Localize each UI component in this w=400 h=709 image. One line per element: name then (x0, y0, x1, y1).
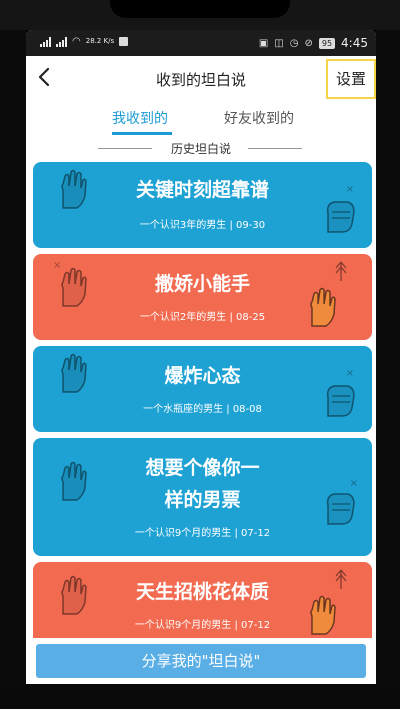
phone-notch (110, 0, 290, 18)
card-title: 关键时刻超靠谱 (135, 179, 269, 201)
sparkle-icon: × (349, 478, 358, 489)
divider (248, 148, 302, 149)
confession-card[interactable]: 天生招桃花体质 一个认识9个月的男生 | 07-12 (33, 562, 372, 648)
phone-frame-bottom (0, 684, 400, 709)
app-screen: ◠ 28.2 K/s ▣ ◫ ◷ ⊘ 95 4:45 收到的坦白说 设置 我收到… (26, 30, 376, 684)
tab-bar: 我收到的 好友收到的 (26, 102, 376, 138)
card-title-line-1: 想要个像你一 (145, 457, 260, 479)
phone-frame-right (376, 30, 400, 684)
notification-icon (119, 37, 129, 46)
page-title: 收到的坦白说 (155, 71, 246, 89)
card-title: 撒娇小能手 (154, 273, 250, 295)
share-button[interactable]: 分享我的"坦白说" (36, 644, 366, 678)
card-title-line-2: 样的男票 (164, 489, 241, 511)
fist-icon (320, 484, 360, 528)
card-meta: 一个认识2年的男生 | 08-25 (139, 312, 266, 323)
phone-frame-left (0, 30, 26, 684)
tree-icon (335, 261, 347, 281)
confession-card[interactable]: 关键时刻超靠谱 一个认识3年的男生 | 09-30 × (33, 162, 372, 248)
nfc-icon: ▣ (258, 37, 269, 49)
mute-icon: ⊘ (304, 37, 313, 49)
signal-icon-2 (56, 36, 67, 47)
vibrate-icon: ◫ (274, 37, 284, 49)
alarm-icon: ◷ (289, 37, 299, 49)
fist-icon (320, 192, 360, 236)
status-bar: ◠ 28.2 K/s ▣ ◫ ◷ ⊘ 95 4:45 (26, 30, 376, 56)
fist-icon (320, 376, 360, 420)
settings-button[interactable]: 设置 (326, 59, 376, 99)
raised-hand-icon (302, 286, 342, 330)
wifi-icon: ◠ (72, 36, 81, 47)
raised-hand-icon (302, 594, 342, 638)
status-time: 4:45 (341, 36, 368, 50)
sparkle-icon: × (345, 184, 354, 195)
network-speed: 28.2 K/s (85, 37, 115, 45)
tab-received[interactable]: 我收到的 (112, 108, 168, 128)
card-title: 爆炸心态 (164, 365, 241, 387)
card-meta: 一个认识3年的男生 | 09-30 (139, 220, 266, 231)
share-bar: 分享我的"坦白说" (26, 638, 376, 684)
card-title: 天生招桃花体质 (135, 581, 269, 603)
card-meta: 一个水瓶座的男生 | 08-08 (143, 404, 262, 415)
sparkle-icon: × (53, 260, 62, 271)
signal-icon (40, 36, 51, 47)
section-title: 历史坦白说 (170, 142, 231, 156)
battery-indicator: 95 (318, 37, 336, 49)
tab-active-indicator (112, 132, 172, 135)
nav-bar: 收到的坦白说 设置 (26, 56, 376, 102)
section-header: 历史坦白说 (26, 138, 376, 158)
card-meta: 一个认识9个月的男生 | 07-12 (134, 620, 271, 631)
phone-frame-top (0, 0, 400, 30)
card-meta: 一个认识9个月的男生 | 07-12 (134, 528, 271, 539)
confession-card[interactable]: × 撒娇小能手 一个认识2年的男生 | 08-25 (33, 254, 372, 340)
confession-card[interactable]: 想要个像你一 样的男票 一个认识9个月的男生 | 07-12 × (33, 438, 372, 556)
confession-card[interactable]: 爆炸心态 一个水瓶座的男生 | 08-08 × (33, 346, 372, 432)
sparkle-icon: × (345, 368, 354, 379)
tree-icon (335, 569, 347, 589)
tab-friends-received[interactable]: 好友收到的 (224, 108, 294, 128)
